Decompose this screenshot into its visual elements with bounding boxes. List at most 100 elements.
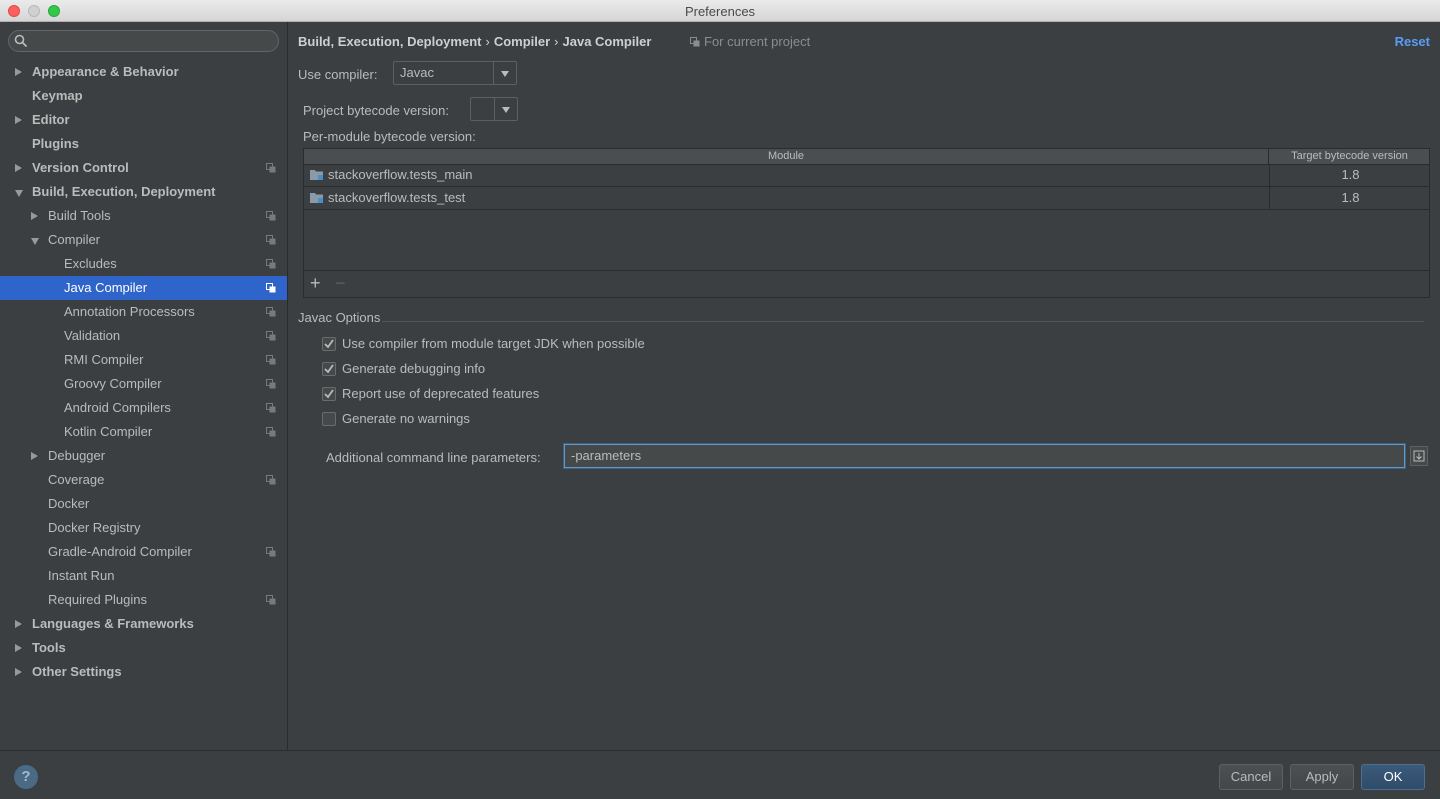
column-header-target-version[interactable]: Target bytecode version — [1269, 149, 1430, 164]
sidebar-item-build-execution-deployment[interactable]: Build, Execution, Deployment — [0, 180, 287, 204]
sidebar-item-label: Kotlin Compiler — [64, 424, 153, 439]
sidebar-item-docker-registry[interactable]: Docker Registry — [0, 516, 287, 540]
sidebar-item-label: Version Control — [32, 160, 129, 175]
reset-link[interactable]: Reset — [1395, 34, 1430, 49]
project-scope-icon — [266, 379, 276, 389]
sidebar-item-compiler[interactable]: Compiler — [0, 228, 287, 252]
chevron-right-icon[interactable] — [15, 68, 22, 76]
sidebar-item-label: Validation — [64, 328, 121, 343]
option-label: Report use of deprecated features — [342, 386, 540, 401]
breadcrumb-item: Compiler — [493, 34, 551, 49]
checkbox-checked[interactable] — [322, 337, 336, 351]
chevron-down-icon[interactable] — [15, 190, 23, 197]
project-scope-icon — [266, 403, 276, 413]
target-version[interactable]: 1.8 — [1269, 164, 1431, 186]
table-row[interactable]: stackoverflow.tests_main 1.8 — [304, 164, 1429, 187]
scope-text: For current project — [704, 34, 811, 49]
sidebar-item-label: RMI Compiler — [64, 352, 144, 367]
checkbox-checked[interactable] — [322, 387, 336, 401]
module-folder-icon — [310, 170, 323, 180]
breadcrumb-separator: › — [485, 34, 490, 49]
sidebar-item-gradle-android-compiler[interactable]: Gradle-Android Compiler — [0, 540, 287, 564]
settings-sidebar: Appearance & Behavior Keymap Editor Plugins… — [0, 22, 288, 750]
chevron-right-icon[interactable] — [31, 452, 38, 460]
sidebar-item-label: Plugins — [32, 136, 79, 151]
sidebar-item-tools[interactable]: Tools — [0, 636, 287, 660]
remove-icon[interactable]: − — [335, 272, 346, 294]
ok-button[interactable]: OK — [1361, 764, 1425, 790]
sidebar-item-android-compilers[interactable]: Android Compilers — [0, 396, 287, 420]
sidebar-item-other-settings[interactable]: Other Settings — [0, 660, 287, 684]
sidebar-item-version-control[interactable]: Version Control — [0, 156, 287, 180]
table-header: Module Target bytecode version — [304, 149, 1429, 165]
expand-icon — [1413, 450, 1425, 462]
breadcrumb-item: Java Compiler — [562, 34, 652, 49]
sidebar-item-instant-run[interactable]: Instant Run — [0, 564, 287, 588]
sidebar-item-languages-frameworks[interactable]: Languages & Frameworks — [0, 612, 287, 636]
project-scope-icon — [690, 37, 700, 47]
sidebar-item-required-plugins[interactable]: Required Plugins — [0, 588, 287, 612]
sidebar-item-groovy-compiler[interactable]: Groovy Compiler — [0, 372, 287, 396]
sidebar-item-docker[interactable]: Docker — [0, 492, 287, 516]
sidebar-item-label: Build Tools — [48, 208, 111, 223]
module-bytecode-table: Module Target bytecode version stackover… — [303, 148, 1430, 298]
add-icon[interactable]: + — [310, 272, 321, 294]
chevron-right-icon[interactable] — [15, 620, 22, 628]
help-button[interactable]: ? — [14, 765, 38, 789]
sidebar-item-label: Tools — [32, 640, 66, 655]
use-compiler-label: Use compiler: — [298, 67, 378, 82]
sidebar-item-rmi-compiler[interactable]: RMI Compiler — [0, 348, 287, 372]
project-scope-icon — [266, 259, 276, 269]
bytecode-version-select[interactable] — [470, 97, 518, 121]
sidebar-item-appearance-behavior[interactable]: Appearance & Behavior — [0, 60, 287, 84]
project-scope-label: For current project — [690, 34, 810, 49]
target-version[interactable]: 1.8 — [1269, 187, 1431, 209]
per-module-label: Per-module bytecode version: — [303, 129, 476, 144]
expand-field-button[interactable] — [1410, 446, 1428, 466]
checkbox-checked[interactable] — [322, 362, 336, 376]
checkmark-icon — [324, 339, 334, 349]
chevron-right-icon[interactable] — [15, 116, 22, 124]
chevron-right-icon[interactable] — [31, 212, 38, 220]
sidebar-item-label: Docker Registry — [48, 520, 141, 535]
project-scope-icon — [266, 547, 276, 557]
sidebar-item-editor[interactable]: Editor — [0, 108, 287, 132]
sidebar-item-label: Languages & Frameworks — [32, 616, 194, 631]
project-scope-icon — [266, 211, 276, 221]
command-line-params-input[interactable]: -parameters — [564, 444, 1405, 468]
checkbox-unchecked[interactable] — [322, 412, 336, 426]
sidebar-item-java-compiler[interactable]: Java Compiler — [0, 276, 287, 300]
chevron-right-icon[interactable] — [15, 164, 22, 172]
sidebar-item-validation[interactable]: Validation — [0, 324, 287, 348]
sidebar-item-annotation-processors[interactable]: Annotation Processors — [0, 300, 287, 324]
option-label: Generate no warnings — [342, 411, 470, 426]
search-input[interactable] — [8, 30, 279, 52]
sidebar-item-excludes[interactable]: Excludes — [0, 252, 287, 276]
group-divider — [382, 321, 1424, 322]
sidebar-item-build-tools[interactable]: Build Tools — [0, 204, 287, 228]
sidebar-item-kotlin-compiler[interactable]: Kotlin Compiler — [0, 420, 287, 444]
project-scope-icon — [266, 331, 276, 341]
javac-options-title: Javac Options — [298, 310, 381, 325]
table-toolbar: + − — [304, 270, 1429, 297]
checkmark-icon — [324, 364, 334, 374]
breadcrumb-separator: › — [554, 34, 559, 49]
sidebar-item-debugger[interactable]: Debugger — [0, 444, 287, 468]
sidebar-item-label: Build, Execution, Deployment — [32, 184, 216, 199]
sidebar-item-label: Keymap — [32, 88, 83, 103]
project-scope-icon — [266, 163, 276, 173]
window-title: Preferences — [684, 4, 756, 19]
table-row[interactable]: stackoverflow.tests_test 1.8 — [304, 187, 1429, 210]
column-header-module[interactable]: Module — [304, 149, 1269, 164]
chevron-right-icon[interactable] — [15, 644, 22, 652]
chevron-down-icon[interactable] — [31, 238, 39, 245]
chevron-right-icon[interactable] — [15, 668, 22, 676]
cancel-button[interactable]: Cancel — [1219, 764, 1283, 790]
sidebar-item-coverage[interactable]: Coverage — [0, 468, 287, 492]
apply-button[interactable]: Apply — [1290, 764, 1354, 790]
use-compiler-select[interactable]: Javac — [393, 61, 517, 85]
sidebar-item-label: Compiler — [48, 232, 101, 247]
sidebar-item-label: Editor — [32, 112, 70, 127]
sidebar-item-plugins[interactable]: Plugins — [0, 132, 287, 156]
sidebar-item-keymap[interactable]: Keymap — [0, 84, 287, 108]
